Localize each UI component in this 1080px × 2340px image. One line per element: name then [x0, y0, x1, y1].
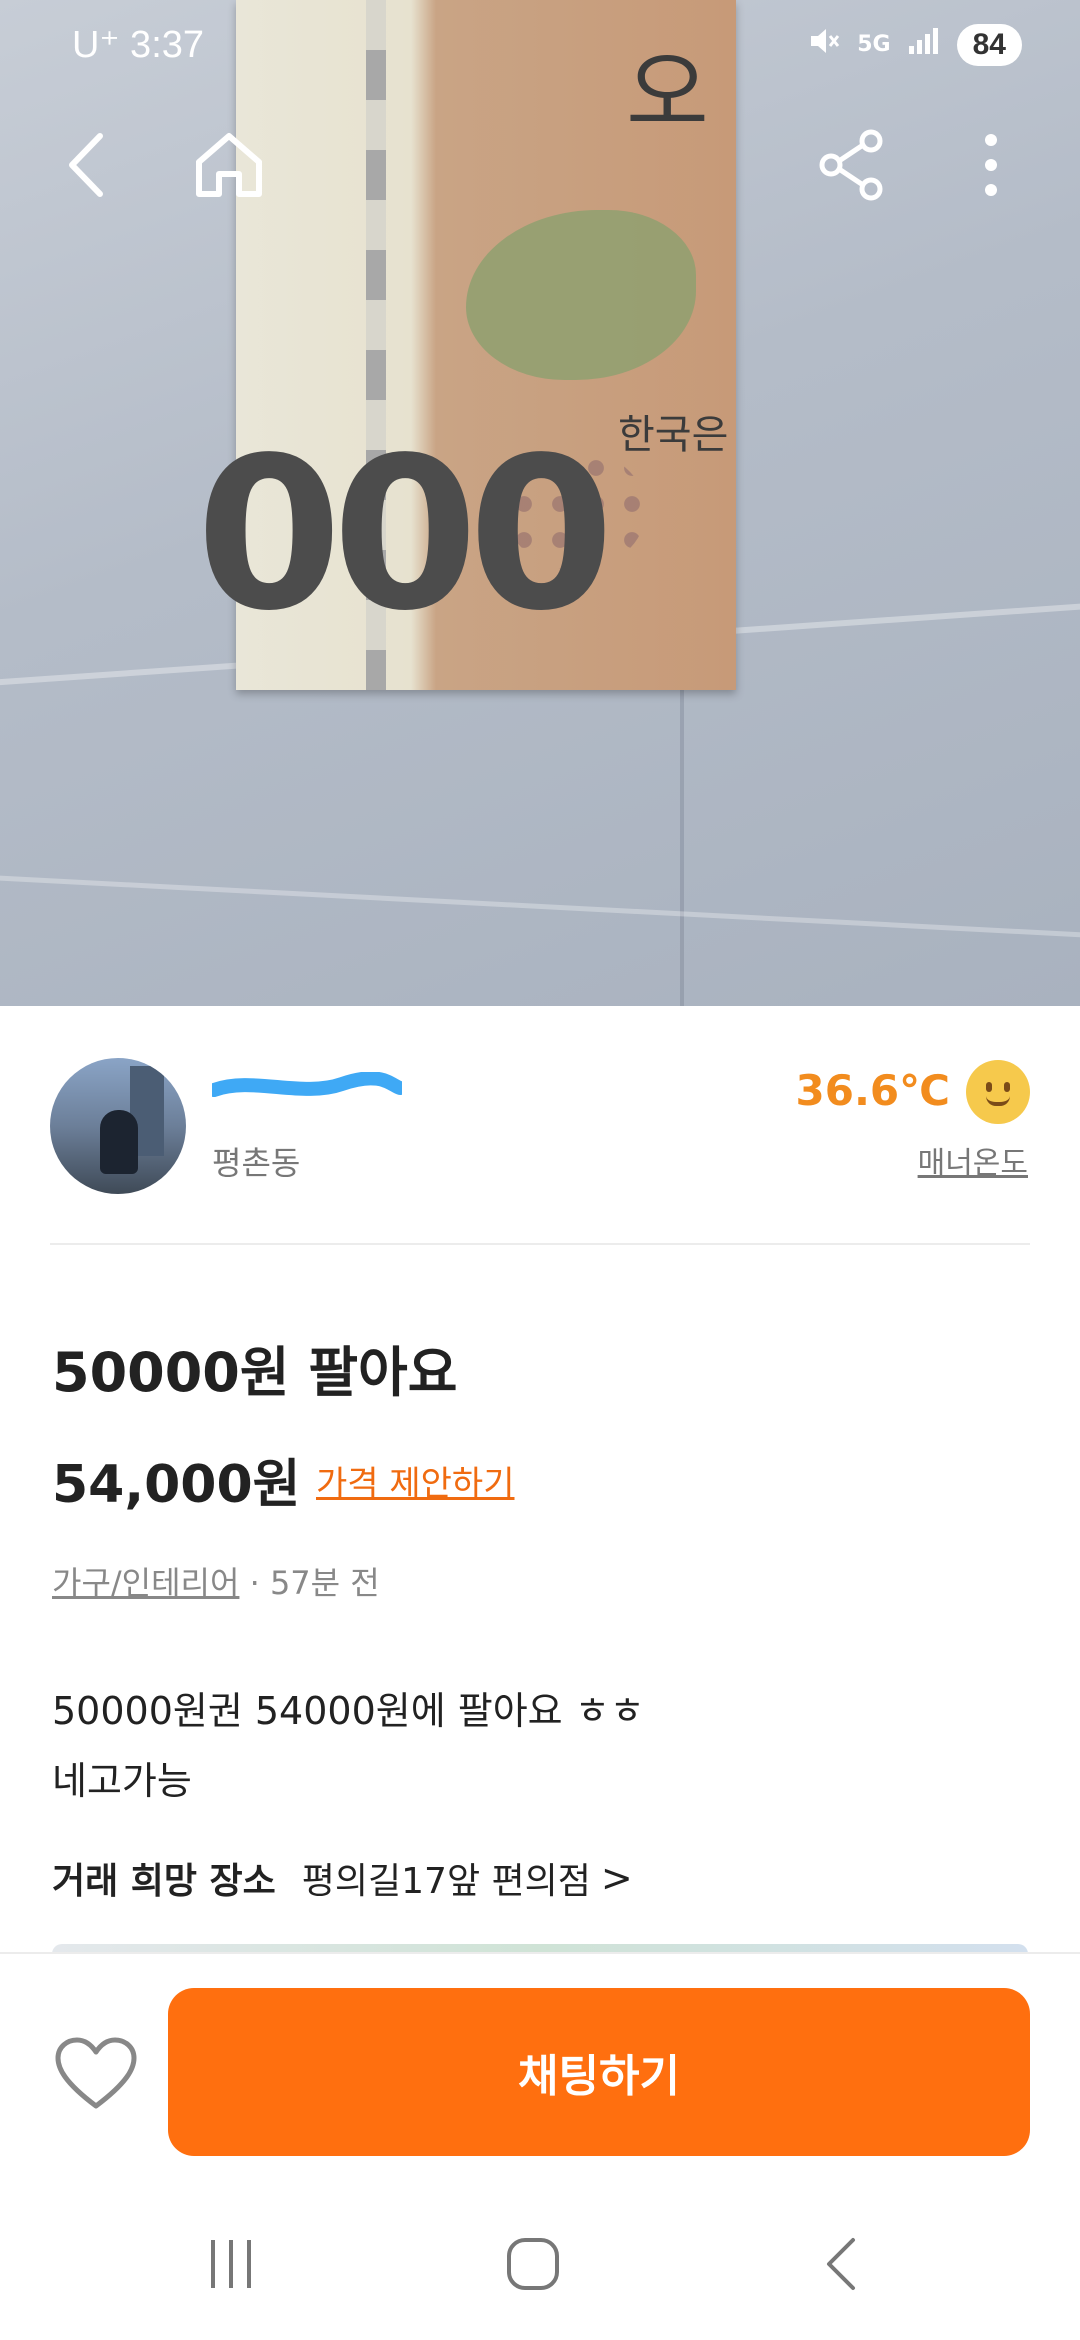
share-button[interactable]: [806, 120, 896, 210]
listing-price: 54,000원: [52, 1455, 301, 1515]
trade-place-value: 평의길17앞 편의점: [301, 1861, 591, 1902]
description-line: 50000원권 54000원에 팔아요 ㅎㅎ: [52, 1689, 645, 1733]
trade-place-label: 거래 희망 장소: [52, 1861, 276, 1902]
banknote-digits: 000: [196, 412, 614, 657]
manner-temperature: 36.6℃: [795, 1066, 951, 1115]
chevron-right-icon: >: [600, 1856, 633, 1900]
home-button[interactable]: [184, 120, 274, 210]
blanket-fold: [0, 873, 1080, 942]
avatar[interactable]: [50, 1058, 186, 1194]
smiley-icon: [966, 1060, 1030, 1124]
back-icon: [69, 133, 103, 197]
5g-icon: 5G: [857, 34, 890, 56]
heart-icon: [55, 2037, 137, 2109]
network-label: 5G: [857, 32, 891, 57]
bottom-action-bar: 채팅하기: [0, 1952, 1080, 2184]
battery-icon: 84: [956, 24, 1022, 66]
listing-title: 50000원 팔아요: [52, 1341, 458, 1404]
banknote-image: 000 한국은 오: [196, 0, 736, 690]
share-icon: [819, 129, 883, 201]
listing-description: 50000원권 54000원에 팔아요 ㅎㅎ 네고가능: [52, 1676, 645, 1816]
more-icon: [985, 134, 997, 196]
system-nav-bar: [0, 2184, 1080, 2340]
avatar-person: [100, 1110, 138, 1174]
meta-separator: ·: [249, 1564, 260, 1602]
leaf-pattern: [466, 210, 696, 380]
seller-neighborhood: 평촌동: [212, 1144, 301, 1182]
back-button[interactable]: [40, 120, 130, 210]
back-nav-icon: [827, 2238, 855, 2290]
signal-icon: [907, 26, 941, 64]
status-icons: 5G 84: [807, 24, 1022, 66]
like-button[interactable]: [54, 2036, 138, 2112]
carrier-time: U⁺ 3:37: [72, 24, 205, 66]
description-line: 네고가능: [52, 1759, 192, 1803]
home-nav-icon: [507, 2238, 559, 2290]
status-bar: U⁺ 3:37 5G 84: [0, 0, 1080, 96]
recent-apps-icon: [211, 2240, 251, 2288]
chat-button[interactable]: 채팅하기: [168, 1988, 1030, 2156]
battery-level: 84: [972, 28, 1006, 61]
home-nav-button[interactable]: [488, 2224, 578, 2304]
listing-meta: 가구/인테리어 · 57분 전: [52, 1558, 380, 1604]
price-offer-link[interactable]: 가격 제안하기: [316, 1456, 515, 1505]
posted-time: 57분 전: [269, 1564, 380, 1602]
redacted-nickname: [212, 1072, 402, 1097]
back-nav-button[interactable]: [796, 2224, 886, 2304]
category-link[interactable]: 가구/인테리어: [52, 1564, 239, 1602]
trade-place-row[interactable]: 거래 희망 장소 평의길17앞 편의점 >: [52, 1852, 633, 1904]
recent-apps-button[interactable]: [186, 2224, 276, 2304]
seller-profile[interactable]: 평촌동 36.6℃ 매너온도: [0, 1006, 1080, 1244]
home-icon: [196, 133, 262, 197]
top-toolbar: [0, 110, 1080, 220]
manner-temperature-label[interactable]: 매너온도: [918, 1138, 1028, 1182]
banknote-text: 한국은: [618, 412, 729, 458]
mute-icon: [807, 24, 841, 66]
more-options-button[interactable]: [946, 120, 1036, 210]
divider: [50, 1243, 1030, 1245]
